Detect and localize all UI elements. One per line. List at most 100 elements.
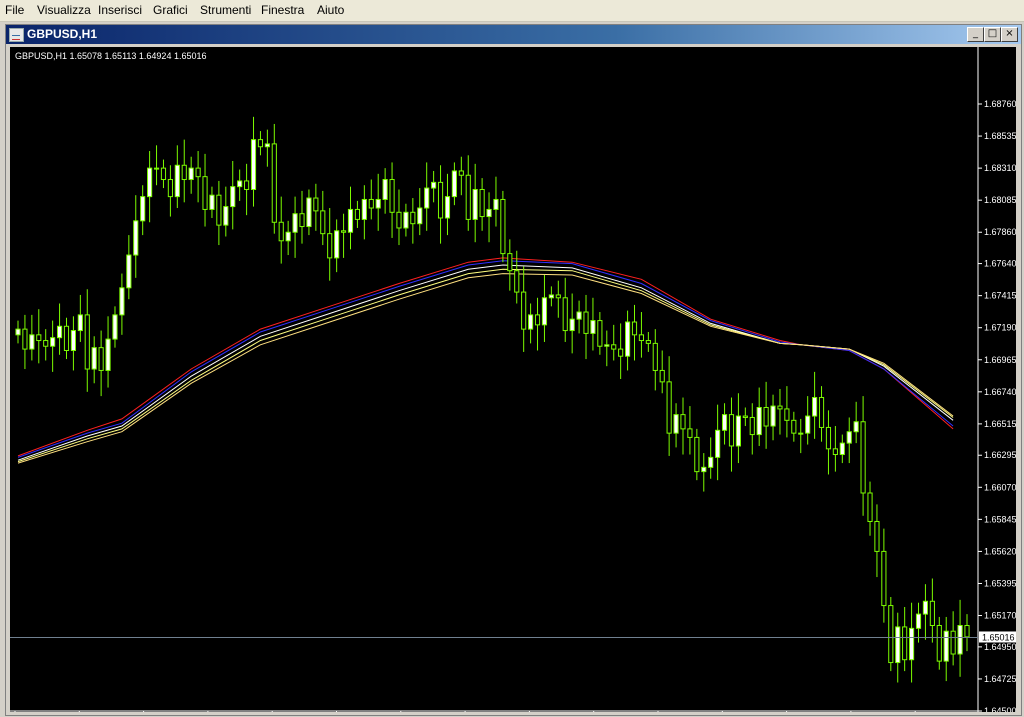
candle-body xyxy=(403,211,409,229)
candle-body xyxy=(583,311,589,334)
candle-body xyxy=(250,139,257,190)
candle-body xyxy=(223,206,229,226)
candle-body xyxy=(756,407,762,436)
candle-body xyxy=(368,198,374,209)
candle-body xyxy=(278,221,284,242)
menu-aiuto[interactable]: Aiuto xyxy=(317,3,344,17)
candle-body xyxy=(548,294,554,299)
candle-body xyxy=(174,164,180,198)
candle-body xyxy=(909,627,915,661)
y-tick-label: 1.68535 xyxy=(984,131,1016,141)
menu-strumenti[interactable]: Strumenti xyxy=(200,3,251,17)
candle-body xyxy=(195,167,201,178)
candle-body xyxy=(867,492,873,522)
restore-button[interactable]: □ xyxy=(984,27,1001,42)
candle-body xyxy=(770,405,776,427)
y-tick-label: 1.68310 xyxy=(984,163,1016,173)
y-tick-label: 1.66070 xyxy=(984,482,1016,492)
candle-body xyxy=(832,448,838,456)
y-tick-label: 1.67860 xyxy=(984,227,1016,237)
candle-body xyxy=(541,297,548,326)
candle-body xyxy=(936,625,942,662)
candle-body xyxy=(56,325,63,339)
y-tick-label: 1.65620 xyxy=(984,546,1016,556)
moving-average-line xyxy=(17,264,954,461)
candle-body xyxy=(306,197,312,228)
candle-body xyxy=(673,414,679,434)
candle-body xyxy=(299,213,305,228)
price-chart[interactable]: 1.68760 1.68535 1.68310 1.68085 1.67860 1.676… xyxy=(10,47,1017,717)
candle-body xyxy=(500,198,506,255)
moving-average-line xyxy=(17,260,954,458)
candle-body xyxy=(687,428,693,438)
menu-visualizza[interactable]: Visualizza xyxy=(37,3,91,17)
candle-body xyxy=(479,188,485,218)
candle-body xyxy=(881,550,887,607)
candle-body xyxy=(659,369,665,383)
candle-body xyxy=(631,321,638,336)
candle-body xyxy=(777,405,783,410)
menu-bar: File Visualizza Inserisci Grafici Strume… xyxy=(0,0,1024,22)
candle-body xyxy=(140,196,146,222)
candle-body xyxy=(929,600,935,627)
candle-body xyxy=(805,415,811,434)
candle-body xyxy=(521,291,527,330)
candle-body xyxy=(63,325,70,352)
candle-body xyxy=(680,414,686,430)
y-tick-label: 1.67415 xyxy=(984,291,1016,301)
candle-body xyxy=(410,211,416,225)
candle-body xyxy=(638,334,645,342)
moving-average-line xyxy=(17,257,954,457)
candle-body xyxy=(902,626,908,661)
candle-body xyxy=(915,613,922,629)
y-tick-label: 1.67190 xyxy=(984,323,1016,333)
menu-file[interactable]: File xyxy=(5,3,24,17)
y-tick-label: 1.66515 xyxy=(984,419,1016,429)
candle-body xyxy=(721,414,728,431)
candle-body xyxy=(791,419,797,434)
candle-body xyxy=(694,436,700,473)
moving-average-line xyxy=(17,268,954,463)
candle-body xyxy=(611,344,617,350)
chart-window: GBPUSD,H1 _ □ × 1.68760 1.68535 1.68310 1.6… xyxy=(5,24,1022,717)
candle-body xyxy=(50,337,56,347)
window-titlebar[interactable]: GBPUSD,H1 _ □ × xyxy=(6,25,1021,44)
candle-body xyxy=(604,344,610,347)
candle-body xyxy=(271,143,277,223)
candle-body xyxy=(534,314,541,326)
current-price-label: 1.65016 xyxy=(982,632,1015,642)
candle-body xyxy=(874,520,880,552)
candle-body xyxy=(701,466,707,473)
y-tick-label: 1.64500 xyxy=(984,706,1016,712)
candle-body xyxy=(964,625,970,638)
candle-body xyxy=(340,230,347,233)
candle-body xyxy=(431,181,437,189)
candle-body xyxy=(742,415,748,418)
candle-body xyxy=(160,167,167,181)
candle-body xyxy=(444,196,451,219)
y-tick-label: 1.64950 xyxy=(984,642,1016,652)
candle-body xyxy=(458,170,464,176)
y-tick-label: 1.67640 xyxy=(984,259,1016,269)
candle-body xyxy=(15,328,21,336)
candle-body xyxy=(950,630,956,655)
chart-area[interactable]: 1.68760 1.68535 1.68310 1.68085 1.67860 1.676… xyxy=(10,47,1017,717)
candle-body xyxy=(812,397,818,417)
y-tick-label: 1.68760 xyxy=(984,99,1016,109)
candle-body xyxy=(846,431,852,444)
candle-body xyxy=(334,230,340,259)
menu-inserisci[interactable]: Inserisci xyxy=(98,3,142,17)
menu-finestra[interactable]: Finestra xyxy=(261,3,304,17)
candle-body xyxy=(569,318,575,332)
minimize-button[interactable]: _ xyxy=(967,27,984,42)
close-button[interactable]: × xyxy=(1001,27,1018,42)
candle-body xyxy=(382,179,388,200)
candle-body xyxy=(119,287,125,316)
candle-body xyxy=(825,426,832,450)
candle-body xyxy=(396,211,402,229)
moving-average-line xyxy=(17,273,954,464)
candle-body xyxy=(320,210,326,235)
menu-grafici[interactable]: Grafici xyxy=(153,3,188,17)
candle-body xyxy=(798,432,804,435)
candle-body xyxy=(112,314,118,340)
